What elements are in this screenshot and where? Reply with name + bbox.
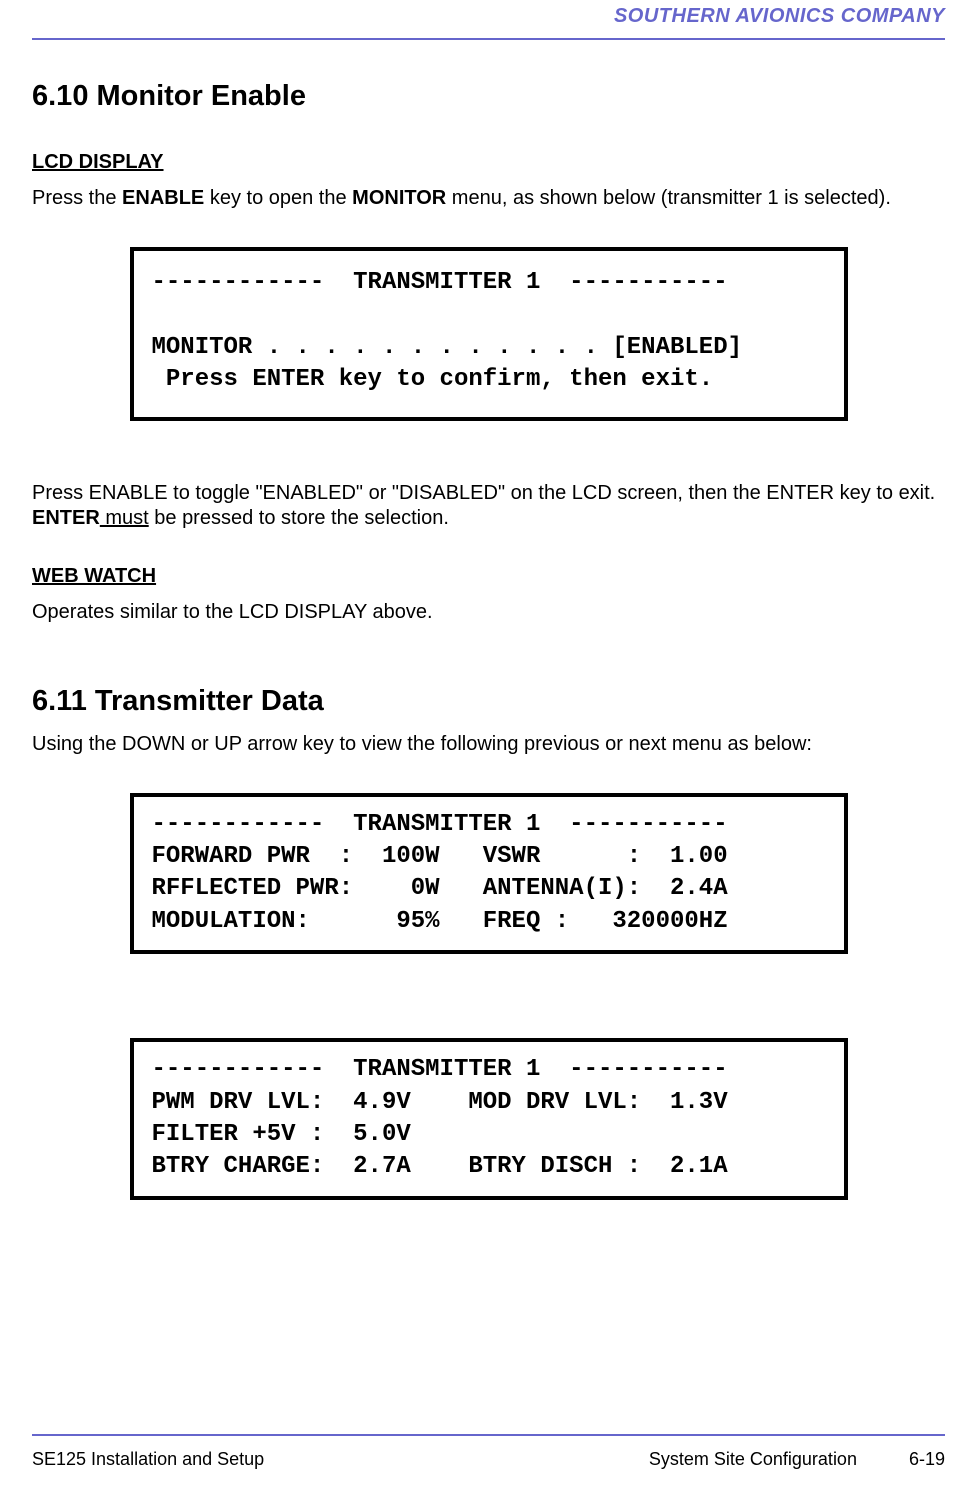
footer-left: SE125 Installation and Setup (32, 1449, 264, 1470)
enable-key-label: ENABLE (122, 187, 204, 209)
lcd-box-transmitter-data-2: ------------ TRANSMITTER 1 ----------- P… (130, 1038, 848, 1200)
lcd-box-monitor-enable: ------------ TRANSMITTER 1 ----------- M… (130, 247, 848, 421)
intro-paragraph: Press the ENABLE key to open the MONITOR… (32, 186, 945, 211)
text: Press the (32, 187, 122, 209)
transmitter-data-intro: Using the DOWN or UP arrow key to view t… (32, 732, 945, 757)
footer-page-number: 6-19 (909, 1449, 945, 1470)
text: Press ENABLE to toggle "ENABLED" or "DIS… (32, 482, 935, 504)
monitor-menu-label: MONITOR (352, 187, 446, 209)
enter-key-label: ENTER (32, 507, 100, 529)
must-underline: must (100, 507, 149, 529)
lcd-display-heading: LCD DISPLAY (32, 151, 945, 174)
page-footer: SE125 Installation and Setup System Site… (32, 1449, 945, 1470)
lcd-box-transmitter-data-1: ------------ TRANSMITTER 1 ----------- F… (130, 793, 848, 955)
web-watch-text: Operates similar to the LCD DISPLAY abov… (32, 600, 945, 625)
text: key to open the (204, 187, 352, 209)
web-watch-heading: WEB WATCH (32, 565, 945, 588)
footer-center: System Site Configuration (649, 1449, 857, 1470)
text: menu, as shown below (transmitter 1 is s… (446, 187, 891, 209)
top-rule (32, 38, 945, 40)
section-6-11-title: 6.11 Transmitter Data (32, 685, 945, 718)
section-6-10-title: 6.10 Monitor Enable (32, 80, 945, 113)
toggle-paragraph: Press ENABLE to toggle "ENABLED" or "DIS… (32, 481, 945, 531)
footer-rule (32, 1434, 945, 1436)
company-header: SOUTHERN AVIONICS COMPANY (32, 5, 945, 28)
text: be pressed to store the selection. (149, 507, 449, 529)
